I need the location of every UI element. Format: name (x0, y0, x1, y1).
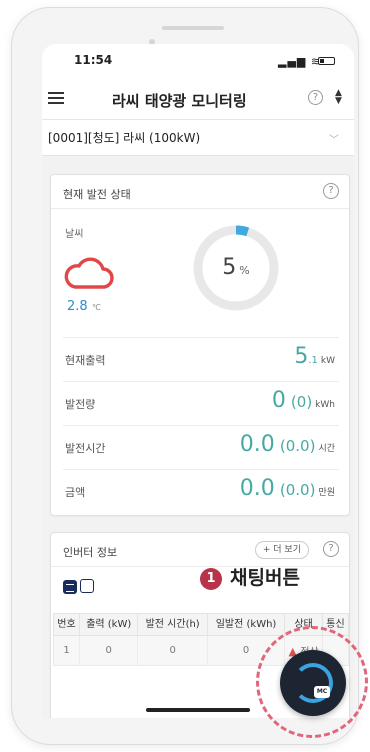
value-paren: (0) (290, 393, 313, 411)
current-output-row: 현재출력 5.1 kW (63, 337, 339, 381)
value-unit: kW (320, 356, 335, 366)
row-label: 현재출력 (65, 354, 106, 367)
row-value: 5.1 kW (294, 344, 335, 369)
status-time: 11:54 (74, 53, 113, 67)
temperature-unit: ℃ (91, 303, 101, 312)
value-main: 0.0 (239, 476, 275, 501)
value-main: 0.0 (239, 432, 275, 457)
card-title: 현재 발전 상태 (63, 188, 131, 201)
row-value: 0.0 (0.0) 시간 (240, 432, 335, 457)
list-view-icon[interactable] (63, 580, 77, 594)
row-value: 0 (0) kWh (272, 388, 335, 413)
row-label: 발전량 (65, 398, 96, 411)
annotation-number: 1 (200, 568, 222, 590)
app-header: 라씨 태양광 모니터링 ? ▲ ▼ (42, 78, 354, 120)
column-header: 발전 시간(h) (137, 613, 208, 636)
column-header: 번호 (52, 613, 81, 636)
chart-view-icon[interactable] (80, 579, 94, 593)
row-label: 발전시간 (65, 442, 106, 455)
row-value: 0.0 (0.0) 만원 (240, 476, 335, 501)
chevron-down-icon: ﹀ (329, 135, 339, 146)
home-indicator (146, 708, 250, 712)
current-status-card: 현재 발전 상태 ? 날씨 2.8 ℃ 5% 현재출력 5.1 kW 발전량 0… (50, 174, 350, 516)
cell-output: 0 (79, 635, 139, 666)
value-unit: 만원 (318, 488, 335, 498)
cell-hours: 0 (137, 635, 208, 666)
amount-row: 금액 0.0 (0.0) 만원 (63, 469, 339, 513)
battery-icon (318, 57, 335, 65)
chat-button[interactable]: MC (280, 650, 346, 716)
value-decimal: .1 (308, 355, 318, 366)
card-header: 현재 발전 상태 ? (51, 175, 349, 209)
gauge-label: 5% (191, 223, 281, 313)
help-icon[interactable]: ? (323, 541, 339, 557)
site-select-value: [0001][청도] 라씨 (100kW) (48, 131, 201, 145)
site-select[interactable]: [0001][청도] 라씨 (100kW) ﹀ (42, 120, 354, 156)
chat-badge: MC (314, 686, 330, 698)
value-main: 5 (294, 344, 309, 369)
card-header: 인버터 정보 + 더 보기 ? (51, 533, 349, 567)
annotation-label: 채팅버튼 (230, 567, 300, 589)
help-icon[interactable]: ? (323, 183, 339, 199)
cell-no: 1 (52, 635, 81, 666)
view-toggle (63, 579, 94, 598)
value-unit: 시간 (318, 444, 335, 454)
cloud-icon (64, 257, 114, 289)
value-paren: (0.0) (279, 437, 316, 455)
temperature: 2.8 ℃ (67, 299, 101, 314)
temperature-value: 2.8 (67, 299, 88, 314)
weather-label: 날씨 (65, 229, 84, 240)
column-header: 출력 (kW) (79, 613, 139, 636)
status-bar: 11:54 ▂▄▆ ≋ (42, 44, 354, 78)
app-screen: 11:54 ▂▄▆ ≋ 라씨 태양광 모니터링 ? ▲ ▼ [0001][청도] … (42, 44, 354, 718)
menu-icon[interactable] (48, 92, 64, 104)
value-paren: (0.0) (279, 481, 316, 499)
value-main: 0 (271, 388, 286, 413)
value-unit: kWh (315, 400, 335, 410)
generation-time-row: 발전시간 0.0 (0.0) 시간 (63, 425, 339, 469)
row-label: 금액 (65, 486, 86, 499)
generation-row: 발전량 0 (0) kWh (63, 381, 339, 425)
phone-speaker (162, 26, 224, 30)
more-button[interactable]: + 더 보기 (254, 541, 309, 559)
sort-icon[interactable]: ▲ ▼ (335, 89, 342, 106)
app-title: 라씨 태양광 모니터링 (112, 92, 247, 110)
gauge-unit: % (239, 264, 250, 277)
column-header: 일발전 (kWh) (206, 613, 286, 636)
signal-wifi-icon: ▂▄▆ ≋ (278, 55, 322, 68)
help-icon[interactable]: ? (308, 90, 323, 105)
card-title: 인버터 정보 (63, 546, 118, 559)
gauge-value: 5 (222, 255, 237, 280)
